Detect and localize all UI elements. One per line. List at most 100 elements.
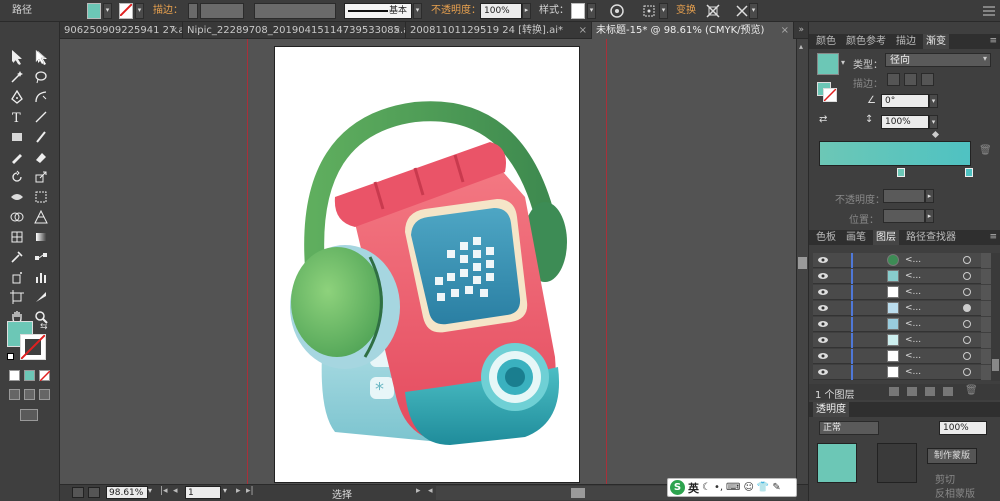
style-swatch[interactable] xyxy=(571,3,585,19)
layers-menu-icon[interactable]: ≡ xyxy=(989,230,997,245)
make-mask-button[interactable]: 制作蒙版 xyxy=(927,448,977,464)
tab-document-2[interactable]: Nipic_22289708_20190415114739533085.ai* … xyxy=(183,22,406,39)
target-circle-icon[interactable] xyxy=(963,272,971,280)
close-icon[interactable]: × xyxy=(781,22,789,39)
close-icon[interactable]: × xyxy=(170,22,178,39)
tab-stroke[interactable]: 描边 xyxy=(893,34,919,49)
delete-stop-icon[interactable]: 🗑 xyxy=(979,145,992,156)
status-share-icon[interactable] xyxy=(88,487,100,498)
delete-layer-icon[interactable]: 🗑 xyxy=(965,385,978,396)
gradient-midpoint-diamond[interactable] xyxy=(931,130,940,139)
gradient-preset-dropdown[interactable]: ▾ xyxy=(841,58,845,67)
pen-tool-icon[interactable] xyxy=(7,87,27,106)
transparency-opacity-field[interactable]: 100% xyxy=(939,421,987,435)
close-icon[interactable]: × xyxy=(393,22,401,39)
brush-definition-field[interactable]: 基本 xyxy=(344,3,412,19)
selection-indicator[interactable] xyxy=(981,349,991,364)
none-mode-icon[interactable] xyxy=(39,370,51,382)
angle-dropdown[interactable]: ▾ xyxy=(929,94,938,108)
reverse-gradient-icon[interactable]: ⇄ xyxy=(819,114,827,125)
artboard-tool-icon[interactable] xyxy=(7,287,27,306)
perspective-grid-tool-icon[interactable] xyxy=(31,207,51,226)
locate-object-icon[interactable] xyxy=(889,387,899,396)
opacity-label[interactable]: 不透明度： xyxy=(431,3,481,19)
tab-gradient[interactable]: 渐变 xyxy=(923,34,949,49)
ime-language-toggle[interactable]: 英 xyxy=(688,480,699,496)
gradient-angle-field[interactable]: 0° xyxy=(881,94,929,108)
recolor-icon[interactable] xyxy=(608,3,626,19)
gradient-tool-icon[interactable] xyxy=(31,227,51,246)
tab-layers[interactable]: 图层 xyxy=(873,230,899,245)
stroke-across-icon[interactable] xyxy=(921,73,934,86)
gradient-stop-end[interactable] xyxy=(965,168,973,177)
layer-row[interactable]: <... xyxy=(813,317,991,332)
visibility-eye-icon[interactable] xyxy=(818,336,828,344)
visibility-eye-icon[interactable] xyxy=(818,304,828,312)
visibility-eye-icon[interactable] xyxy=(818,320,828,328)
ime-user-icon[interactable]: ☺ xyxy=(743,482,753,493)
stop-opacity-dropdown[interactable]: ▸ xyxy=(925,189,934,203)
selection-indicator[interactable] xyxy=(981,365,991,380)
artboard-number-field[interactable]: 1 xyxy=(185,486,221,499)
visibility-eye-icon[interactable] xyxy=(818,352,828,360)
artboard-dropdown[interactable]: ▾ xyxy=(223,486,227,495)
eraser-tool-icon[interactable] xyxy=(31,147,51,166)
align-dropdown[interactable]: ▾ xyxy=(659,3,668,19)
tab-brushes[interactable]: 画笔 xyxy=(843,230,869,245)
stroke-stepper[interactable] xyxy=(188,3,198,19)
rectangle-tool-icon[interactable] xyxy=(7,127,27,146)
gradient-aspect-field[interactable]: 100% xyxy=(881,115,929,129)
panel-menu-icon[interactable]: ≡ xyxy=(989,34,997,49)
align-grid-icon[interactable] xyxy=(641,3,659,19)
transform-link[interactable]: 变换 xyxy=(676,3,696,19)
aspect-dropdown[interactable]: ▾ xyxy=(929,115,938,129)
gradient-mode-icon[interactable] xyxy=(24,370,35,381)
ime-punctuation-icon[interactable]: •, xyxy=(714,482,723,493)
layers-scrollbar[interactable] xyxy=(991,253,1000,381)
tab-transparency[interactable]: 透明度 xyxy=(813,402,849,417)
opacity-field[interactable]: 100% xyxy=(480,3,522,19)
color-mode-icon[interactable] xyxy=(9,370,20,381)
layer-name[interactable]: <... xyxy=(905,333,921,348)
first-artboard-icon[interactable]: |◂ xyxy=(160,486,168,496)
mesh-tool-icon[interactable] xyxy=(7,227,27,246)
stop-opacity-field[interactable] xyxy=(883,189,925,203)
scale-tool-icon[interactable] xyxy=(31,167,51,186)
selection-indicator[interactable] xyxy=(981,333,991,348)
swap-colors-icon[interactable]: ⇆ xyxy=(40,322,48,332)
slice-tool-icon[interactable] xyxy=(31,287,51,306)
panel-menu-icon[interactable] xyxy=(980,3,998,19)
mask-thumbnail[interactable] xyxy=(877,443,917,483)
zoom-dropdown[interactable]: ▾ xyxy=(148,486,152,495)
new-sublayer-icon[interactable] xyxy=(925,387,935,396)
layer-row[interactable]: <... xyxy=(813,349,991,364)
target-circle-icon[interactable] xyxy=(963,352,971,360)
target-circle-icon[interactable] xyxy=(963,256,971,264)
prev-artboard-icon[interactable]: ◂ xyxy=(173,486,178,496)
gradient-stroke-swatch[interactable] xyxy=(823,88,837,102)
gradient-type-select[interactable]: 径向 xyxy=(885,53,991,67)
symbol-sprayer-tool-icon[interactable] xyxy=(7,267,27,286)
brush-dropdown[interactable]: ▾ xyxy=(413,3,422,19)
paintbrush-tool-icon[interactable] xyxy=(31,127,51,146)
style-dropdown[interactable]: ▾ xyxy=(587,3,596,19)
blend-tool-icon[interactable] xyxy=(31,247,51,266)
hscroll-left-icon[interactable]: ◂ xyxy=(428,486,433,496)
stroke-along-icon[interactable] xyxy=(904,73,917,86)
stroke-color-swatch[interactable] xyxy=(20,334,46,360)
lasso-tool-icon[interactable] xyxy=(31,67,51,86)
stop-location-dropdown[interactable]: ▸ xyxy=(925,209,934,223)
layer-name[interactable]: <... xyxy=(905,349,921,364)
target-circle-icon[interactable] xyxy=(963,336,971,344)
selection-indicator[interactable] xyxy=(981,317,991,332)
artboard[interactable]: * xyxy=(274,46,580,483)
ime-keyboard-icon[interactable]: ⌨ xyxy=(726,482,740,493)
canvas-area[interactable]: * xyxy=(60,39,796,484)
stroke-within-icon[interactable] xyxy=(887,73,900,86)
draw-normal-icon[interactable] xyxy=(9,389,20,400)
visibility-eye-icon[interactable] xyxy=(818,272,828,280)
tab-document-active[interactable]: 未标题-15* @ 98.61% (CMYK/预览) × xyxy=(592,22,794,39)
column-graph-tool-icon[interactable] xyxy=(31,267,51,286)
visibility-eye-icon[interactable] xyxy=(818,256,828,264)
selection-tool-icon[interactable] xyxy=(7,47,27,66)
